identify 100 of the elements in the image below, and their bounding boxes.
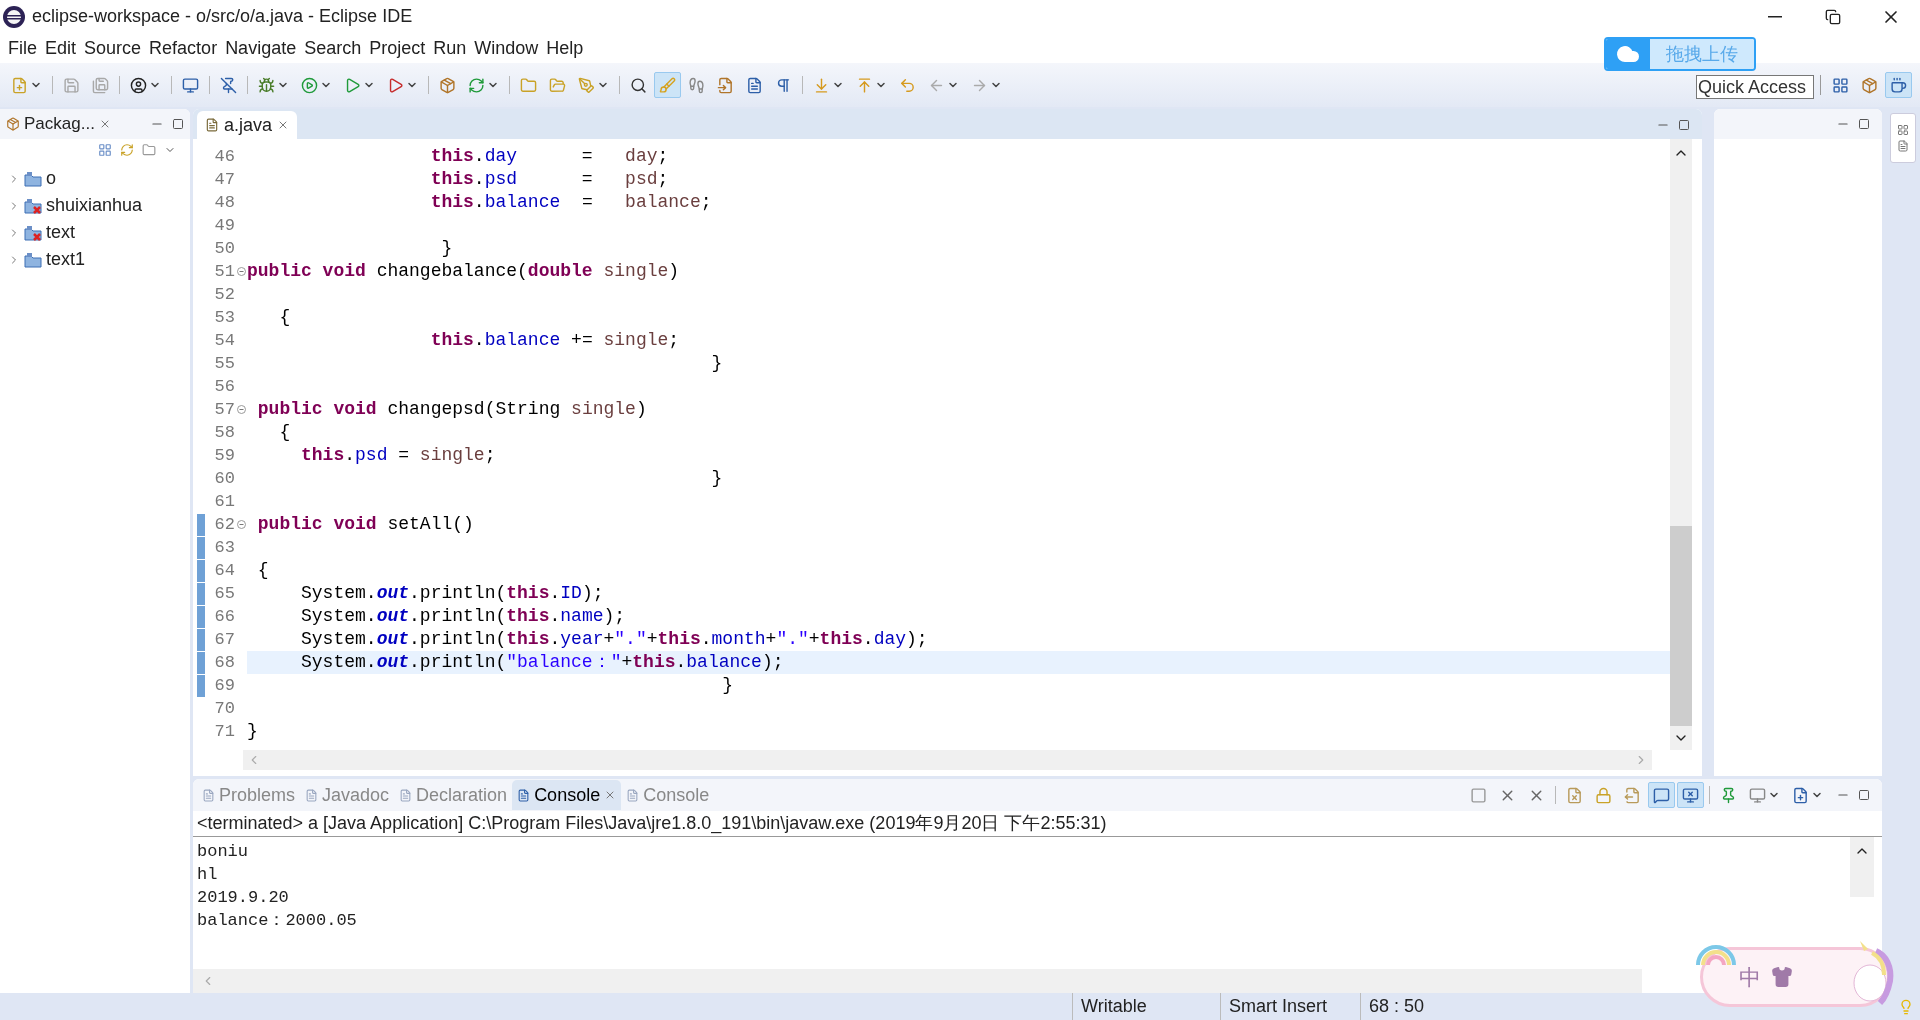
line-number: 59 [213, 444, 235, 467]
console-description: <terminated> a [Java Application] C:\Program Files\Java\jre1.8.0_191\bin\javaw.exe (2019年9月20日 下午2:55:31) [197, 812, 1107, 836]
filter-icon[interactable] [142, 143, 156, 157]
link-editor-icon[interactable] [120, 143, 134, 157]
menu-item[interactable]: Refactor [145, 34, 222, 62]
horizontal-scrollbar[interactable] [193, 969, 1642, 993]
fold-icon[interactable] [236, 405, 246, 414]
folder-icon [520, 76, 537, 94]
maximize-icon[interactable] [1858, 118, 1870, 130]
menu-item[interactable]: Project [365, 34, 430, 62]
code-line: } [247, 720, 258, 743]
code-line: { [256, 559, 269, 582]
line-number: 50 [213, 237, 235, 260]
code-line: System.out.println(this.year+"."+this.month+"."+this.day); [300, 628, 928, 651]
code-line: this.psd = single; [300, 444, 496, 467]
tree-item[interactable]: shuixianhua [46, 192, 143, 219]
display-icon [1749, 786, 1766, 804]
line-number: 56 [213, 375, 235, 398]
code-line: } [721, 674, 734, 697]
menu-item[interactable]: Run [429, 34, 471, 62]
pin-off-icon [220, 76, 237, 94]
tab-label: Console [643, 783, 710, 807]
menu-item[interactable]: Help [542, 34, 588, 62]
console-output-line: balance：2000.05 [197, 910, 358, 931]
pen-icon [578, 76, 595, 94]
folder-open-icon [549, 76, 566, 94]
new-console-icon [1792, 786, 1809, 804]
project-folder-icon [24, 251, 42, 268]
tab-label: Javadoc [322, 783, 390, 807]
save-all-icon [92, 76, 109, 94]
vertical-scrollbar[interactable] [1850, 837, 1874, 897]
project-folder-icon [24, 197, 42, 214]
tab-label: a.java [224, 113, 273, 137]
line-number: 64 [213, 559, 235, 582]
menu-item[interactable]: Edit [41, 34, 81, 62]
code-line: System.out.println("balance："+this.balance); [300, 651, 784, 674]
window-title: eclipse-workspace - o/src/o/a.java - Eclipse IDE [32, 5, 413, 28]
tab-label: Packag... [24, 113, 95, 136]
panel-tab[interactable]: Console [512, 780, 622, 810]
project-folder-icon [24, 224, 42, 241]
line-number: 61 [213, 490, 235, 513]
tree-item[interactable]: o [46, 165, 56, 192]
code-line: this.balance = balance; [429, 191, 712, 214]
minimize-icon [1768, 15, 1782, 18]
package-icon [439, 76, 456, 94]
line-number: 53 [213, 306, 235, 329]
menu-item[interactable]: Source [80, 34, 146, 62]
line-number: 67 [213, 628, 235, 651]
collapse-all-icon[interactable] [98, 143, 112, 157]
code-line: } [710, 352, 723, 375]
maximize-icon[interactable] [1858, 789, 1870, 801]
line-number: 51 [213, 260, 235, 283]
code-line: { [278, 421, 291, 444]
new-file-icon [11, 76, 28, 94]
arrow-up-icon [856, 76, 873, 94]
code-line: } [710, 467, 723, 490]
status-field: 68 : 50 [1360, 993, 1480, 1020]
line-number: 48 [213, 191, 235, 214]
maximize-icon[interactable] [1678, 119, 1690, 131]
horizontal-scrollbar[interactable] [243, 750, 1652, 770]
menu-item[interactable]: Search [300, 34, 366, 62]
document-icon [626, 788, 640, 802]
editor-tab[interactable]: a.java [197, 111, 298, 139]
fold-icon[interactable] [236, 520, 246, 529]
document-icon [517, 788, 531, 802]
code-line: this.psd = psd; [429, 168, 669, 191]
input-mode-label: 中 [1739, 963, 1761, 992]
quick-access-field[interactable]: Quick Access [1696, 75, 1814, 99]
fold-icon[interactable] [236, 267, 246, 276]
document-icon [305, 788, 319, 802]
task-list-icon[interactable] [1897, 140, 1909, 152]
menu-item[interactable]: File [4, 34, 41, 62]
line-number: 65 [213, 582, 235, 605]
run-external-icon [387, 76, 404, 94]
code-line: this.balance += single; [429, 329, 680, 352]
bug-icon [258, 76, 275, 94]
refresh-icon [468, 76, 485, 94]
menu-item[interactable]: Window [470, 34, 543, 62]
tree-item[interactable]: text [46, 219, 75, 246]
line-number: 49 [213, 214, 235, 237]
tab-label: Console [534, 783, 601, 807]
footprints-icon [688, 76, 705, 94]
restore-icon [1825, 8, 1841, 25]
code-line: this.day = day; [429, 145, 669, 168]
document-icon [399, 788, 413, 802]
tree-item[interactable]: text1 [46, 246, 86, 273]
maximize-icon[interactable] [172, 118, 184, 130]
code-line: System.out.println(this.name); [300, 605, 626, 628]
code-line: } [440, 237, 453, 260]
line-number: 46 [213, 145, 235, 168]
scroll-thumb[interactable] [1670, 526, 1692, 726]
console-output-line: boniu [197, 841, 249, 862]
menu-item[interactable]: Navigate [221, 34, 301, 62]
line-number: 70 [213, 697, 235, 720]
outline-icon[interactable] [1897, 124, 1909, 136]
vertical-scrollbar[interactable] [1670, 139, 1692, 750]
line-number: 57 [213, 398, 235, 421]
line-number: 55 [213, 352, 235, 375]
upload-label: 拖拽上传 [1650, 39, 1754, 69]
code-line: public void changebalance(double single) [247, 260, 680, 283]
